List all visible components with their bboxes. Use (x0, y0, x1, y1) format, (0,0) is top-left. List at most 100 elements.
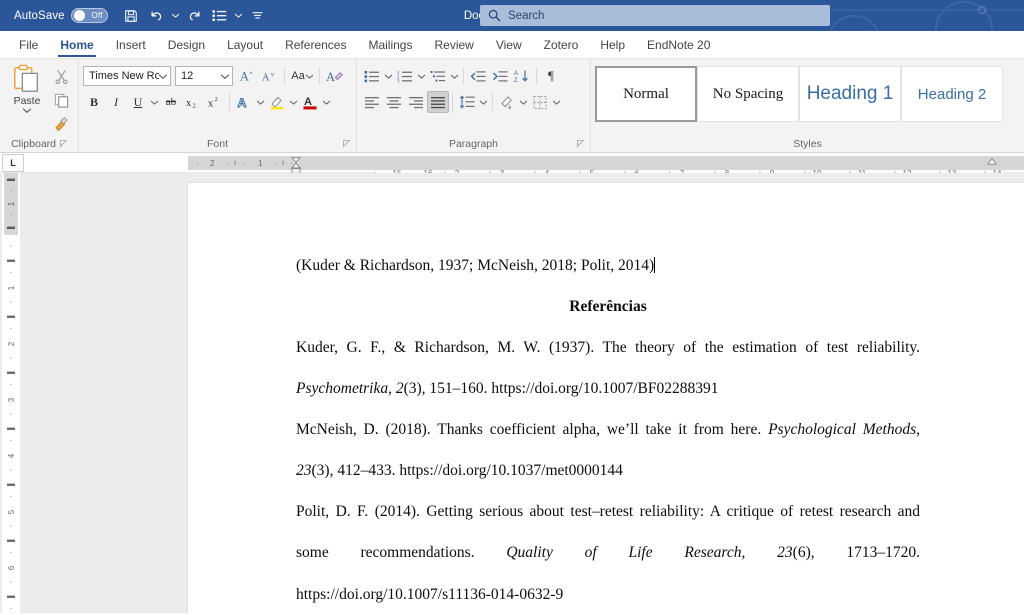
undo-dropdown-icon[interactable] (170, 4, 181, 27)
tab-mailings[interactable]: Mailings (357, 35, 423, 58)
superscript-button[interactable]: x2 (204, 91, 226, 113)
document-page[interactable]: (Kuder & Richardson, 1937; McNeish, 2018… (188, 183, 1024, 613)
paste-label: Paste (13, 95, 41, 107)
clipboard-dialog-launcher-icon[interactable]: ◸ (60, 138, 67, 149)
multilevel-list-icon[interactable] (427, 65, 449, 87)
tab-layout[interactable]: Layout (216, 35, 274, 58)
highlight-chevron-down-icon[interactable] (288, 91, 299, 113)
text-effects-chevron-down-icon[interactable] (255, 91, 266, 113)
bullets-list-icon[interactable] (361, 65, 383, 87)
increase-indent-icon[interactable] (489, 65, 511, 87)
search-box[interactable] (480, 5, 830, 26)
bold-button[interactable]: B (83, 91, 105, 113)
strikethrough-button[interactable]: ab (160, 91, 182, 113)
citation-paragraph[interactable]: (Kuder & Richardson, 1937; McNeish, 2018… (296, 245, 920, 286)
title-bar: AutoSave Off Document1 - Word (0, 0, 1024, 31)
document-workspace: ▬ · 1 · ▬ · ▬ · 1 · ▬ · 2 · ▬ · 3 · ▬ · 4 (0, 173, 1024, 613)
align-center-icon[interactable] (383, 91, 405, 113)
font-color-chevron-down-icon[interactable] (321, 91, 332, 113)
tab-endnote[interactable]: EndNote 20 (636, 35, 721, 58)
copy-icon[interactable] (50, 89, 72, 111)
tab-view[interactable]: View (485, 35, 533, 58)
document-text-area[interactable]: (Kuder & Richardson, 1937; McNeish, 2018… (188, 183, 1024, 613)
tab-design[interactable]: Design (157, 35, 216, 58)
font-size-value: 12 (181, 70, 194, 82)
shading-chevron-down-icon[interactable] (518, 91, 529, 113)
line-spacing-icon[interactable] (456, 91, 478, 113)
paragraph-dialog-launcher-icon[interactable]: ◸ (577, 138, 584, 149)
shading-icon[interactable] (496, 91, 518, 113)
format-painter-icon[interactable] (50, 113, 72, 135)
tab-help[interactable]: Help (589, 35, 636, 58)
horizontal-ruler[interactable]: L 2 1 ··ı ··ı· 123 456 789 101112 1314 (0, 153, 1024, 180)
tab-insert[interactable]: Insert (105, 35, 157, 58)
numbering-icon[interactable]: 123 (394, 65, 416, 87)
font-group-text: Font (206, 137, 228, 150)
reference-entry-polit[interactable]: Polit, D. F. (2014). Getting serious abo… (296, 491, 920, 613)
font-dialog-launcher-icon[interactable]: ◸ (343, 138, 350, 149)
clear-formatting-icon[interactable]: A (323, 65, 345, 87)
paragraph-row-bottom (361, 91, 562, 113)
line-spacing-chevron-down-icon[interactable] (478, 91, 489, 113)
tab-home[interactable]: Home (49, 35, 104, 58)
style-heading-1[interactable]: Heading 1 (799, 66, 901, 122)
align-right-icon[interactable] (405, 91, 427, 113)
vertical-ruler[interactable]: ▬ · 1 · ▬ · ▬ · 1 · ▬ · 2 · ▬ · 3 · ▬ · 4 (2, 173, 20, 613)
style-heading-2[interactable]: Heading 2 (901, 66, 1003, 122)
font-group-label: Font ◸ (83, 135, 352, 152)
tab-review[interactable]: Review (423, 35, 484, 58)
reference-entry-mcneish[interactable]: McNeish, D. (2018). Thanks coefficient a… (296, 409, 920, 491)
save-icon[interactable] (120, 4, 143, 27)
style-normal[interactable]: Normal (595, 66, 697, 122)
tab-zotero[interactable]: Zotero (533, 35, 590, 58)
underline-button[interactable]: U (127, 91, 149, 113)
highlight-color-icon[interactable] (266, 91, 288, 113)
font-size-combo[interactable]: 12 (175, 66, 233, 86)
svg-text:·: · (10, 380, 13, 389)
paste-button[interactable]: Paste (4, 62, 50, 113)
paragraph-separator-3 (452, 93, 453, 111)
show-formatting-marks-icon[interactable]: ¶ (540, 65, 562, 87)
svg-text:A: A (304, 96, 312, 108)
customize-qat-icon[interactable] (246, 4, 269, 27)
change-case-icon[interactable]: Aa (288, 65, 316, 87)
justify-icon[interactable] (427, 91, 449, 113)
font-size-chevron-down-icon[interactable] (221, 73, 229, 79)
text-effects-icon[interactable]: A (233, 91, 255, 113)
font-name-chevron-down-icon[interactable] (159, 73, 167, 79)
reference-entry-kuder[interactable]: Kuder, G. F., & Richardson, M. W. (1937)… (296, 327, 920, 409)
svg-text:1: 1 (7, 285, 16, 290)
bullets-dropdown-icon[interactable] (233, 4, 244, 27)
bullets-chevron-down-icon[interactable] (383, 65, 394, 87)
sort-icon[interactable]: AZ (511, 65, 533, 87)
font-color-icon[interactable]: A (299, 91, 321, 113)
multilevel-chevron-down-icon[interactable] (449, 65, 460, 87)
undo-icon[interactable] (145, 4, 168, 27)
svg-text:·: · (10, 466, 13, 475)
numbering-chevron-down-icon[interactable] (416, 65, 427, 87)
search-input[interactable] (508, 9, 788, 22)
references-heading[interactable]: Referências (296, 286, 920, 327)
ribbon-group-font: Times New Ro 12 A ^ A ˅ Aa A B I U ab x … (78, 59, 356, 152)
change-case-chevron-down-icon[interactable] (305, 74, 313, 79)
cut-icon[interactable] (50, 65, 72, 87)
paste-dropdown-icon[interactable] (23, 108, 31, 113)
bullets-icon[interactable] (208, 4, 231, 27)
italic-button[interactable]: I (105, 91, 127, 113)
autosave-toggle[interactable]: Off (70, 8, 108, 23)
svg-text:·: · (10, 578, 13, 587)
tab-selector[interactable]: L (2, 153, 24, 172)
borders-chevron-down-icon[interactable] (551, 91, 562, 113)
borders-icon[interactable] (529, 91, 551, 113)
tab-file[interactable]: File (8, 35, 49, 58)
tab-references[interactable]: References (274, 35, 357, 58)
redo-icon[interactable] (183, 4, 206, 27)
style-no-spacing[interactable]: No Spacing (697, 66, 799, 122)
decrease-indent-icon[interactable] (467, 65, 489, 87)
subscript-button[interactable]: x2 (182, 91, 204, 113)
grow-font-icon[interactable]: A ^ (237, 65, 259, 87)
underline-chevron-down-icon[interactable] (149, 91, 160, 113)
shrink-font-icon[interactable]: A ˅ (259, 65, 281, 87)
align-left-icon[interactable] (361, 91, 383, 113)
font-name-combo[interactable]: Times New Ro (83, 66, 171, 86)
